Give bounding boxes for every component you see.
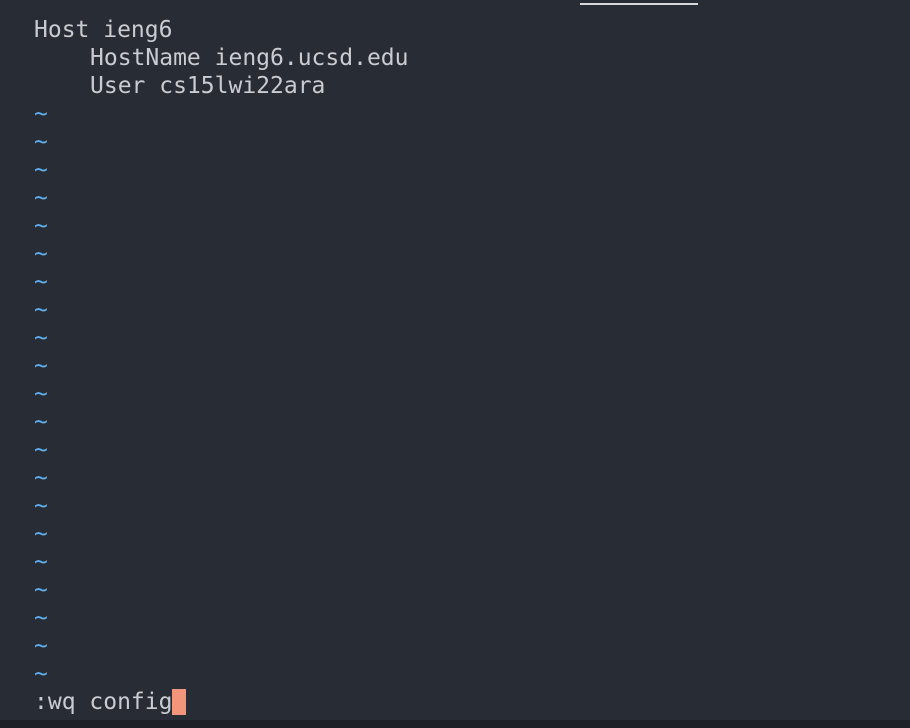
empty-line-marker: ~ xyxy=(34,129,48,155)
empty-line-marker: ~ xyxy=(34,213,48,239)
empty-line-marker: ~ xyxy=(34,241,48,267)
empty-line-marker: ~ xyxy=(34,521,48,547)
empty-line-marker: ~ xyxy=(34,297,48,323)
text-cursor xyxy=(172,689,187,715)
empty-line-marker: ~ xyxy=(34,353,48,379)
empty-line-marker: ~ xyxy=(34,185,48,211)
config-line-hostname: HostName ieng6.ucsd.edu xyxy=(90,45,409,71)
empty-line-marker: ~ xyxy=(34,577,48,603)
empty-line-marker: ~ xyxy=(34,101,48,127)
empty-line-marker: ~ xyxy=(34,465,48,491)
empty-line-marker: ~ xyxy=(34,409,48,435)
empty-line-marker: ~ xyxy=(34,605,48,631)
empty-line-marker: ~ xyxy=(34,437,48,463)
empty-line-marker: ~ xyxy=(34,325,48,351)
empty-line-marker: ~ xyxy=(34,661,48,687)
vim-command-line[interactable]: :wq config xyxy=(34,688,187,716)
empty-line-marker: ~ xyxy=(34,381,48,407)
empty-line-marker: ~ xyxy=(34,549,48,575)
empty-line-marker: ~ xyxy=(34,493,48,519)
empty-line-marker: ~ xyxy=(34,269,48,295)
empty-line-marker: ~ xyxy=(34,633,48,659)
empty-line-marker: ~ xyxy=(34,157,48,183)
command-text: :wq config xyxy=(34,689,173,715)
vim-editor-buffer[interactable]: Host ieng6 HostName ieng6.ucsd.edu User … xyxy=(34,16,910,688)
window-bottom-edge xyxy=(0,720,910,728)
config-line-user: User cs15lwi22ara xyxy=(90,73,326,99)
config-line-host: Host ieng6 xyxy=(34,17,173,43)
active-tab-indicator xyxy=(580,3,698,5)
